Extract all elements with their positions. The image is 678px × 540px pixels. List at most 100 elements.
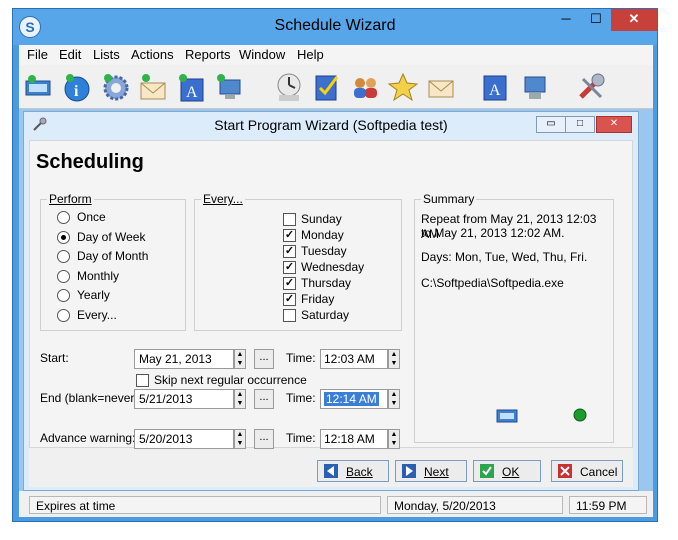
page-title: Scheduling	[36, 151, 144, 173]
close-button[interactable]: ✕	[611, 9, 657, 31]
start-date-field[interactable]: May 21, 2013	[134, 349, 234, 369]
advance-warning-time-spinner[interactable]: ▲ ▼	[388, 429, 400, 449]
scheduling-panel: Scheduling Perform Once Day of Week Day …	[29, 140, 633, 449]
contacts-icon[interactable]	[349, 71, 381, 103]
start-time-spinner[interactable]: ▲ ▼	[388, 349, 400, 369]
favorites-star-icon[interactable]	[387, 71, 419, 103]
check-wednesday-box[interactable]: ✓	[283, 261, 296, 274]
radio-day-of-month-label: Day of Month	[77, 249, 149, 263]
new-email-icon[interactable]	[137, 71, 169, 103]
child-close-button[interactable]: ✕	[596, 116, 632, 133]
radio-monthly-label: Monthly	[77, 269, 120, 283]
perform-group-label: Perform	[47, 192, 94, 206]
summary-line-3: Days: Mon, Tue, Wed, Thu, Fri.	[421, 250, 588, 264]
settings-gear-icon[interactable]	[99, 71, 131, 103]
start-date-spinner[interactable]: ▲ ▼	[234, 349, 246, 369]
child-maximize-button[interactable]: □	[565, 116, 595, 133]
main-client-area: File Edit Lists Actions Reports Window H…	[19, 45, 653, 517]
advance-warning-date-field[interactable]: 5/20/2013	[134, 429, 234, 449]
maximize-button[interactable]: ☐	[581, 9, 611, 31]
advance-warning-time-field[interactable]: 12:18 AM	[320, 429, 388, 449]
start-program-wizard-window: Start Program Wizard (Softpedia test) ▭ …	[23, 111, 639, 491]
computer-icon[interactable]	[519, 71, 551, 103]
mdi-workspace: Start Program Wizard (Softpedia test) ▭ …	[19, 109, 653, 491]
check-saturday-label: Saturday	[301, 308, 350, 322]
status-date: Monday, 5/20/2013	[387, 496, 563, 514]
radio-day-of-week-control[interactable]	[57, 231, 70, 244]
menu-lists[interactable]: Lists	[93, 47, 120, 62]
radio-every-control[interactable]	[57, 309, 70, 322]
menu-help[interactable]: Help	[297, 47, 324, 62]
back-button[interactable]: Back	[317, 460, 389, 482]
back-button-label: Back	[346, 465, 373, 479]
cancel-x-icon	[558, 464, 572, 478]
cancel-button-label: Cancel	[580, 465, 618, 479]
every-group: Every... Sunday ✓ Monday ✓ Tuesday ✓ Wed…	[194, 192, 402, 331]
check-monday-box[interactable]: ✓	[283, 229, 296, 242]
end-date-field[interactable]: 5/21/2013	[134, 389, 234, 409]
tools-icon[interactable]	[575, 71, 607, 103]
menu-bar: File Edit Lists Actions Reports Window H…	[19, 45, 653, 65]
start-time-label: Time:	[286, 351, 316, 365]
ok-button[interactable]: OK	[473, 460, 541, 482]
every-group-label: Every...	[201, 192, 245, 206]
radio-day-of-month-control[interactable]	[57, 250, 70, 263]
menu-edit[interactable]: Edit	[59, 47, 81, 62]
end-time-label: Time:	[286, 391, 316, 405]
end-date-spinner[interactable]: ▲ ▼	[234, 389, 246, 409]
advance-warning-date-spinner[interactable]: ▲ ▼	[234, 429, 246, 449]
clock-icon[interactable]	[273, 71, 305, 103]
minimize-button[interactable]: ─	[551, 9, 581, 31]
check-sunday-label: Sunday	[301, 212, 342, 226]
end-date-picker-button[interactable]: ...	[254, 389, 274, 409]
cancel-button[interactable]: Cancel	[551, 460, 623, 482]
end-time-field[interactable]: 12:14 AM	[320, 389, 388, 409]
svg-text:A: A	[489, 82, 501, 99]
advance-warning-date-picker-button[interactable]: ...	[254, 429, 274, 449]
text-a-icon[interactable]: A	[479, 71, 511, 103]
radio-yearly-control[interactable]	[57, 289, 70, 302]
schedule-wizard-window: S Schedule Wizard ─ ☐ ✕ File Edit Lists …	[12, 8, 658, 522]
check-thursday-label: Thursday	[301, 276, 352, 290]
back-arrow-icon	[324, 464, 338, 478]
status-bar: Expires at time Monday, 5/20/2013 11:59 …	[19, 493, 653, 517]
start-label: Start:	[40, 351, 69, 365]
menu-file[interactable]: File	[27, 47, 48, 62]
menu-window[interactable]: Window	[239, 47, 285, 62]
menu-reports[interactable]: Reports	[185, 47, 231, 62]
skip-next-occurrence[interactable]: Skip next regular occurrence	[136, 373, 336, 389]
network-computer-icon[interactable]	[213, 71, 245, 103]
check-wednesday-label: Wednesday	[301, 260, 365, 274]
email-icon[interactable]	[425, 71, 457, 103]
text-message-icon[interactable]: A	[175, 71, 207, 103]
radio-once-label: Once	[77, 210, 106, 224]
svg-text:i: i	[74, 83, 79, 100]
radio-monthly-control[interactable]	[57, 270, 70, 283]
check-sunday-box[interactable]	[283, 213, 296, 226]
radio-once-control[interactable]	[57, 211, 70, 224]
menu-actions[interactable]: Actions	[131, 47, 174, 62]
child-minimize-button[interactable]: ▭	[536, 116, 566, 133]
check-friday-box[interactable]: ✓	[283, 293, 296, 306]
check-tuesday-label: Tuesday	[301, 244, 347, 258]
skip-next-occurrence-label: Skip next regular occurrence	[154, 373, 307, 387]
check-saturday-box[interactable]	[283, 309, 296, 322]
check-tuesday-box[interactable]: ✓	[283, 245, 296, 258]
summary-line-2: to May 21, 2013 12:02 AM.	[421, 226, 565, 240]
end-time-spinner[interactable]: ▲ ▼	[388, 389, 400, 409]
skip-next-occurrence-box[interactable]	[136, 374, 149, 387]
check-monday-label: Monday	[301, 228, 344, 242]
next-button[interactable]: Next	[395, 460, 467, 482]
toolbar: i A A	[19, 65, 653, 109]
radio-yearly-label: Yearly	[77, 288, 110, 302]
info-icon[interactable]: i	[61, 71, 93, 103]
title-bar[interactable]: S Schedule Wizard ─ ☐ ✕	[13, 9, 657, 45]
status-green-dot-icon	[573, 408, 587, 422]
start-time-field[interactable]: 12:03 AM	[320, 349, 388, 369]
task-checklist-icon[interactable]	[311, 71, 343, 103]
child-title-bar[interactable]: Start Program Wizard (Softpedia test) ▭ …	[24, 112, 638, 136]
new-schedule-icon[interactable]	[23, 71, 55, 103]
start-date-picker-button[interactable]: ...	[254, 349, 274, 369]
check-thursday-box[interactable]: ✓	[283, 277, 296, 290]
perform-group: Perform Once Day of Week Day of Month Mo…	[40, 192, 186, 331]
